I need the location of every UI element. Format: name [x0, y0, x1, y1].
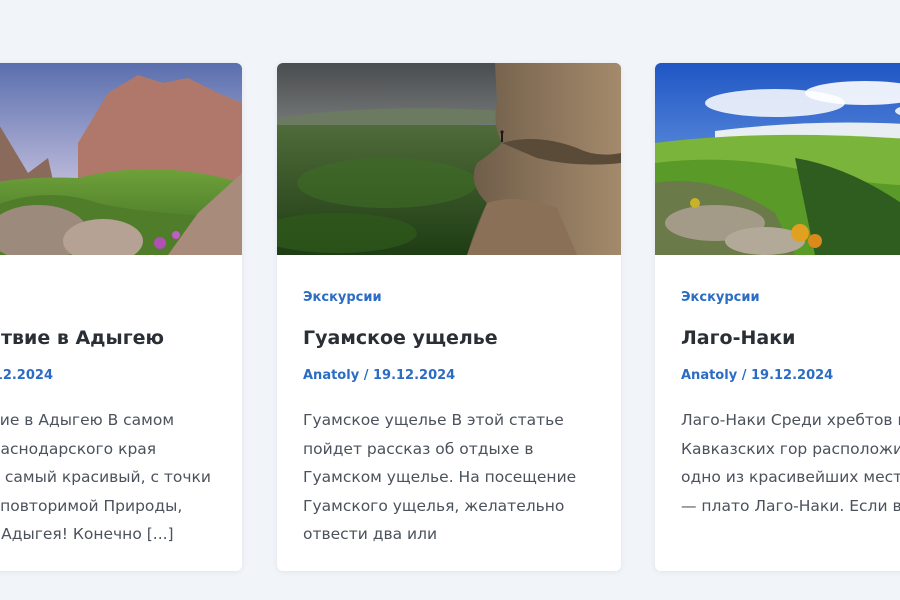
plateau-meadow-image	[655, 63, 900, 255]
post-excerpt-line: Кавказских гор расположил	[681, 439, 900, 458]
post-excerpt-line: - Адыгея! Конечно [...]	[0, 525, 174, 544]
post-excerpt-line: вие в Адыгею В самом	[0, 411, 175, 429]
post-thumbnail-link[interactable]	[0, 63, 242, 255]
post-excerpt: Лаго-Наки Среди хребтов и Кавказских гор…	[681, 406, 900, 520]
post-author-link[interactable]: Anatoly	[303, 368, 359, 383]
post-excerpt-line: еповторимой Природы,	[0, 496, 183, 515]
post-excerpt-line: Гуамском ущелье. На посещение	[303, 468, 577, 487]
post-excerpt-line: одно из красивейших мест	[681, 468, 900, 487]
post-meta: 9.12.2024	[0, 368, 53, 383]
post-meta: Anatoly / 19.12.2024	[681, 368, 833, 383]
post-excerpt: вие в Адыгею В самом раснодарского края …	[0, 406, 211, 549]
post-category-link[interactable]: Экскурсии	[681, 290, 760, 305]
post-excerpt-line: — плато Лаго-Наки. Если вы	[681, 496, 900, 515]
post-card-lago-naki: Экскурсии Лаго-Наки Anatoly / 19.12.2024…	[655, 63, 900, 571]
post-category-link[interactable]: Экскурсии	[303, 290, 382, 305]
post-date-link[interactable]: 9.12.2024	[0, 368, 53, 383]
post-excerpt-line: Гуамского ущелья, желательно	[303, 496, 565, 515]
post-author-link[interactable]: Anatoly	[681, 368, 737, 383]
post-date-link[interactable]: 19.12.2024	[373, 368, 455, 383]
post-title[interactable]: ествие в Адыгею	[0, 327, 164, 349]
gorge-cliff-image	[277, 63, 621, 255]
post-meta: Anatoly / 19.12.2024	[303, 368, 455, 383]
post-excerpt-line: Лаго-Наки Среди хребтов и	[681, 411, 900, 429]
post-excerpt: Гуамское ущелье В этой статье пойдет рас…	[303, 406, 576, 549]
post-excerpt-line: раснодарского края	[0, 439, 157, 458]
post-title[interactable]: Гуамское ущелье	[303, 327, 498, 349]
post-title[interactable]: Лаго-Наки	[681, 327, 795, 349]
meta-separator: /	[359, 368, 373, 383]
post-excerpt-line: Гуамское ущелье В этой статье	[303, 411, 564, 429]
post-card-adygea: ествие в Адыгею 9.12.2024 вие в Адыгею В…	[0, 63, 242, 571]
post-thumbnail-link[interactable]	[655, 63, 900, 255]
post-excerpt-line: я самый красивый, с точки	[0, 468, 211, 487]
post-thumbnail-link[interactable]	[277, 63, 621, 255]
post-excerpt-line: отвести два или	[303, 525, 438, 544]
mountain-valley-flowers-image	[0, 63, 242, 255]
post-date-link[interactable]: 19.12.2024	[751, 368, 833, 383]
posts-carousel: ествие в Адыгею 9.12.2024 вие в Адыгею В…	[0, 0, 900, 600]
post-excerpt-line: пойдет рассказ об отдыхе в	[303, 439, 534, 458]
post-card-guam-gorge: Экскурсии Гуамское ущелье Anatoly / 19.1…	[277, 63, 621, 571]
meta-separator: /	[737, 368, 751, 383]
